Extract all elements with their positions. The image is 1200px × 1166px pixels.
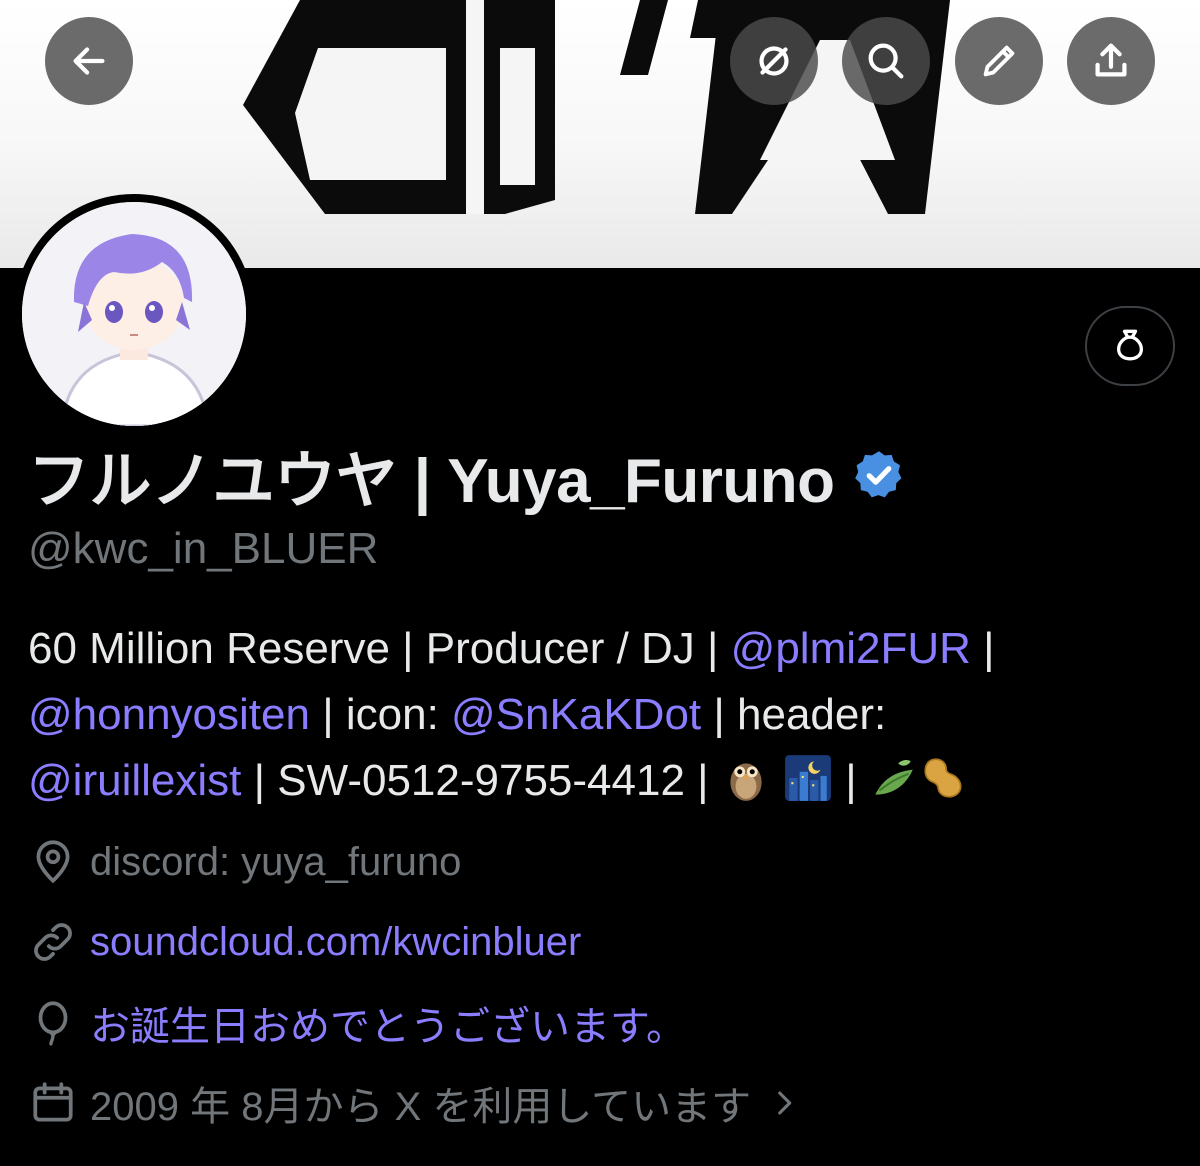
- leaves-emoji: [875, 759, 913, 795]
- location-row: discord: yuya_furuno: [28, 832, 461, 892]
- search-icon: [868, 43, 904, 79]
- back-button[interactable]: [45, 17, 133, 105]
- arrow-left-icon: [73, 47, 105, 75]
- mention-link[interactable]: @honnyositen: [28, 690, 310, 739]
- bio-text: | icon:: [309, 690, 452, 739]
- joined-text: 2009 年 8月から X を利用しています: [90, 1085, 752, 1129]
- bio: 60 Million Reserve | Producer / DJ | @pl…: [28, 616, 1178, 814]
- mention-link[interactable]: @plmi2FUR: [731, 624, 971, 673]
- edit-button[interactable]: [955, 17, 1043, 105]
- bio-line-1: 60 Million Reserve | Producer / DJ | @pl…: [28, 616, 1178, 682]
- grok-icon: [759, 46, 789, 76]
- night-city-emoji: [785, 755, 831, 801]
- mention-link[interactable]: @SnKaKDot: [451, 690, 701, 739]
- joined-row[interactable]: 2009 年 8月から X を利用しています: [28, 1073, 801, 1133]
- owl-emoji: [730, 763, 762, 801]
- avatar[interactable]: [22, 202, 246, 426]
- bio-text: |: [833, 756, 869, 805]
- birthday-row: お誕生日おめでとうございます。: [28, 993, 686, 1053]
- grok-button[interactable]: [730, 17, 818, 105]
- display-name: フルノユウヤ | Yuya_Furuno: [28, 447, 835, 516]
- bio-text: | header:: [701, 690, 887, 739]
- avatar-illustration: [22, 202, 246, 426]
- share-button[interactable]: [1067, 17, 1155, 105]
- bio-text: 60 Million Reserve | Producer / DJ |: [28, 624, 731, 673]
- profile-name-row: フルノユウヤ | Yuya_Furuno: [28, 434, 907, 516]
- peanut-emoji: [924, 758, 962, 798]
- verified-badge-icon[interactable]: [851, 447, 907, 503]
- mention-link[interactable]: @iruillexist: [28, 756, 241, 805]
- bio-text: | SW-0512-9755-4412 |: [241, 756, 721, 805]
- location-text: discord: yuya_furuno: [90, 839, 462, 884]
- birthday-text[interactable]: お誕生日おめでとうございます。: [90, 994, 686, 1052]
- website-link[interactable]: soundcloud.com/kwcinbluer: [90, 920, 581, 965]
- link-icon: [34, 923, 72, 961]
- chevron-right-icon: [778, 1091, 792, 1115]
- edit-pencil-icon: [983, 45, 1015, 77]
- balloon-icon: [38, 1001, 68, 1046]
- calendar-icon: [33, 1082, 73, 1122]
- share-upload-icon: [1095, 43, 1127, 77]
- tips-button[interactable]: [1085, 306, 1175, 386]
- bio-line-2: @honnyositen | icon: @SnKaKDot | header:: [28, 682, 1178, 748]
- bio-line-3: @iruillexist | SW-0512-9755-4412 | |: [28, 748, 1178, 814]
- bio-text: |: [970, 624, 995, 673]
- website-row: soundcloud.com/kwcinbluer: [28, 912, 581, 972]
- search-button[interactable]: [842, 17, 930, 105]
- money-bag-icon: [1116, 329, 1144, 361]
- location-pin-icon: [36, 840, 70, 884]
- handle: @kwc_in_BLUER: [28, 524, 379, 573]
